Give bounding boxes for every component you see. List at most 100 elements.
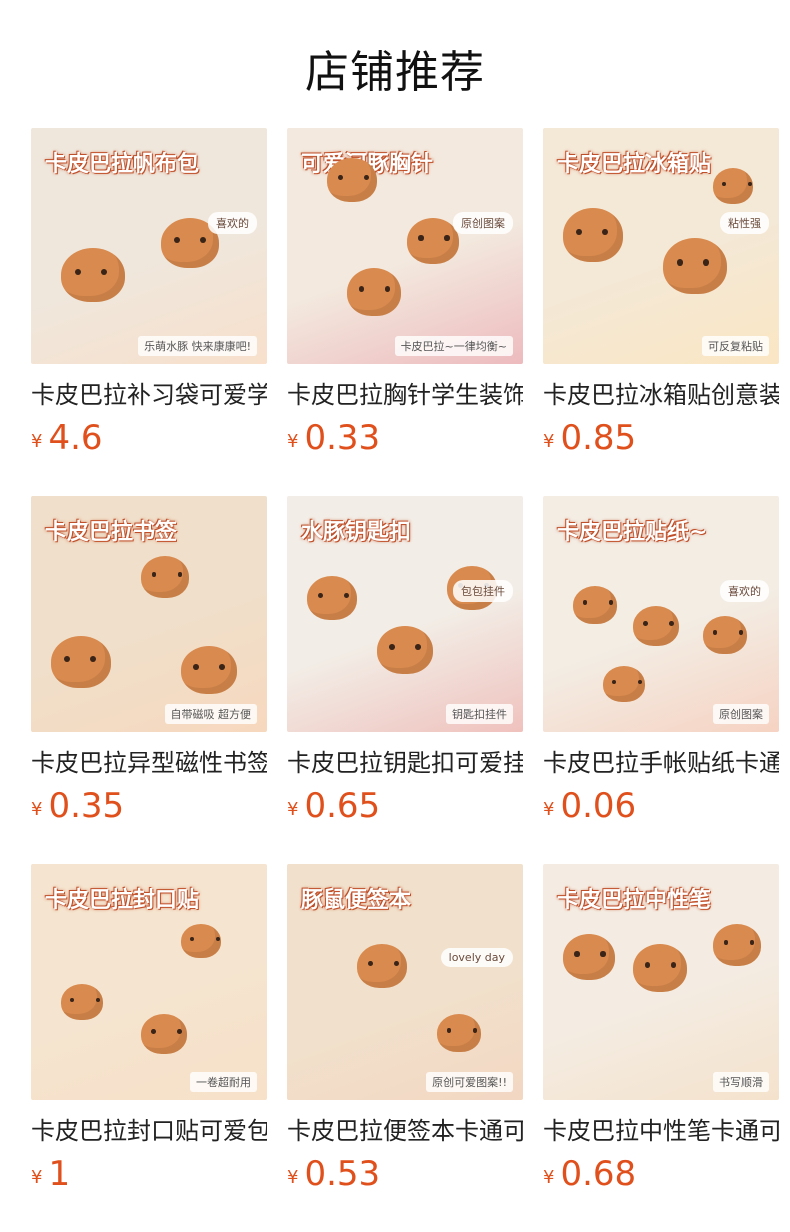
currency-symbol: ¥ <box>31 1167 43 1188</box>
product-image[interactable]: 卡皮巴拉书签自带磁吸 超方便 <box>31 496 267 732</box>
product-price: ¥0.35 <box>31 786 267 826</box>
product-image-tag: 喜欢的 <box>208 212 257 234</box>
product-image-banner: 卡皮巴拉冰箱贴 <box>557 152 712 177</box>
currency-symbol: ¥ <box>287 1167 299 1188</box>
currency-symbol: ¥ <box>31 431 43 452</box>
capybara-illustration <box>713 168 753 204</box>
capybara-illustration <box>181 646 237 694</box>
capybara-illustration <box>603 666 645 702</box>
currency-symbol: ¥ <box>287 431 299 452</box>
page-title: 店铺推荐 <box>305 47 485 98</box>
currency-symbol: ¥ <box>543 1167 555 1188</box>
product-image-tag: lovely day <box>440 948 513 967</box>
capybara-illustration <box>633 944 687 992</box>
capybara-illustration <box>563 934 615 980</box>
capybara-illustration <box>437 1014 481 1052</box>
capybara-illustration <box>61 248 125 302</box>
product-image-banner: 卡皮巴拉中性笔 <box>557 888 712 913</box>
product-name[interactable]: 卡皮巴拉钥匙扣可爱挂件 <box>287 748 523 778</box>
product-image-caption: 乐萌水豚 快来康康吧! <box>138 336 257 356</box>
product-image-caption: 原创可爱图案!! <box>426 1072 513 1092</box>
capybara-illustration <box>713 924 761 966</box>
currency-symbol: ¥ <box>287 799 299 820</box>
product-price: ¥0.68 <box>543 1154 779 1194</box>
product-grid: 卡皮巴拉帆布包喜欢的乐萌水豚 快来康康吧!卡皮巴拉补习袋可爱学生¥4.6可爱河豚… <box>31 128 779 1232</box>
currency-symbol: ¥ <box>543 431 555 452</box>
product-price: ¥0.06 <box>543 786 779 826</box>
product-name[interactable]: 卡皮巴拉手帐贴纸卡通 <box>543 748 779 778</box>
product-card[interactable]: 卡皮巴拉帆布包喜欢的乐萌水豚 快来康康吧! 卡皮巴拉补习袋可爱学生 ¥4.6 <box>31 128 267 496</box>
product-image[interactable]: 卡皮巴拉贴纸~ 喜欢的原创图案 <box>543 496 779 732</box>
product-card[interactable]: 豚鼠便签本 lovely day 原创可爱图案!! 卡皮巴拉便签本卡通可爱 ¥0.53 <box>287 864 523 1232</box>
price-value: 1 <box>48 1154 71 1194</box>
product-image[interactable]: 可爱河豚胸针原创图案卡皮巴拉~一律均衡~ <box>287 128 523 364</box>
product-price: ¥0.85 <box>543 418 779 458</box>
product-price: ¥1 <box>31 1154 267 1194</box>
product-image-banner: 卡皮巴拉封口贴 <box>45 888 200 913</box>
capybara-illustration <box>61 984 103 1020</box>
product-price: ¥0.65 <box>287 786 523 826</box>
capybara-illustration <box>407 218 459 264</box>
capybara-illustration <box>347 268 401 316</box>
capybara-illustration <box>377 626 433 674</box>
capybara-illustration <box>327 158 377 202</box>
product-name[interactable]: 卡皮巴拉便签本卡通可爱 <box>287 1116 523 1146</box>
product-name[interactable]: 卡皮巴拉冰箱贴创意装饰 <box>543 380 779 410</box>
product-name[interactable]: 卡皮巴拉胸针学生装饰 <box>287 380 523 410</box>
product-image-tag: 粘性强 <box>720 212 769 234</box>
product-image-caption: 卡皮巴拉~一律均衡~ <box>394 336 513 356</box>
price-value: 0.85 <box>560 418 637 458</box>
product-name[interactable]: 卡皮巴拉中性笔卡通可爱 <box>543 1116 779 1146</box>
product-name[interactable]: 卡皮巴拉封口贴可爱包装 <box>31 1116 267 1146</box>
capybara-illustration <box>703 616 747 654</box>
capybara-illustration <box>573 586 617 624</box>
product-image-banner: 卡皮巴拉帆布包 <box>45 152 200 177</box>
product-card[interactable]: 卡皮巴拉中性笔书写顺滑卡皮巴拉中性笔卡通可爱 ¥0.68 <box>543 864 779 1232</box>
product-image-banner: 豚鼠便签本 <box>301 888 412 913</box>
capybara-illustration <box>357 944 407 988</box>
capybara-illustration <box>663 238 727 294</box>
capybara-illustration <box>307 576 357 620</box>
product-card[interactable]: 可爱河豚胸针原创图案卡皮巴拉~一律均衡~卡皮巴拉胸针学生装饰¥0.33 <box>287 128 523 496</box>
price-value: 0.65 <box>304 786 381 826</box>
product-image[interactable]: 卡皮巴拉封口贴一卷超耐用 <box>31 864 267 1100</box>
product-image[interactable]: 卡皮巴拉帆布包喜欢的乐萌水豚 快来康康吧! <box>31 128 267 364</box>
product-image-tag: 包包挂件 <box>453 580 513 602</box>
product-card[interactable]: 水豚钥匙扣包包挂件钥匙扣挂件卡皮巴拉钥匙扣可爱挂件 ¥0.65 <box>287 496 523 864</box>
product-image-caption: 原创图案 <box>713 704 769 724</box>
product-image-banner: 卡皮巴拉贴纸~ <box>557 520 708 545</box>
price-value: 4.6 <box>48 418 103 458</box>
price-value: 0.35 <box>48 786 125 826</box>
product-image[interactable]: 水豚钥匙扣包包挂件钥匙扣挂件 <box>287 496 523 732</box>
capybara-illustration <box>563 208 623 262</box>
product-image-tag: 原创图案 <box>453 212 513 234</box>
capybara-illustration <box>181 924 221 958</box>
product-price: ¥0.53 <box>287 1154 523 1194</box>
product-name[interactable]: 卡皮巴拉异型磁性书签 <box>31 748 267 778</box>
capybara-illustration <box>51 636 111 688</box>
price-value: 0.53 <box>304 1154 381 1194</box>
product-image-caption: 一卷超耐用 <box>190 1072 257 1092</box>
product-image-banner: 水豚钥匙扣 <box>301 520 412 545</box>
product-card[interactable]: 卡皮巴拉封口贴一卷超耐用卡皮巴拉封口贴可爱包装 ¥1 <box>31 864 267 1232</box>
product-image-caption: 可反复粘贴 <box>702 336 769 356</box>
product-image-caption: 书写顺滑 <box>713 1072 769 1092</box>
product-card[interactable]: 卡皮巴拉书签自带磁吸 超方便卡皮巴拉异型磁性书签 ¥0.35 <box>31 496 267 864</box>
product-price: ¥4.6 <box>31 418 267 458</box>
product-image[interactable]: 豚鼠便签本 lovely day 原创可爱图案!! <box>287 864 523 1100</box>
product-card[interactable]: 卡皮巴拉贴纸~ 喜欢的原创图案卡皮巴拉手帐贴纸卡通 ¥0.06 <box>543 496 779 864</box>
capybara-illustration <box>141 1014 187 1054</box>
currency-symbol: ¥ <box>31 799 43 820</box>
product-image[interactable]: 卡皮巴拉冰箱贴粘性强可反复粘贴 <box>543 128 779 364</box>
product-image[interactable]: 卡皮巴拉中性笔书写顺滑 <box>543 864 779 1100</box>
price-value: 0.33 <box>304 418 381 458</box>
product-price: ¥0.33 <box>287 418 523 458</box>
product-card[interactable]: 卡皮巴拉冰箱贴粘性强可反复粘贴卡皮巴拉冰箱贴创意装饰 ¥0.85 <box>543 128 779 496</box>
currency-symbol: ¥ <box>543 799 555 820</box>
product-image-caption: 自带磁吸 超方便 <box>164 704 257 724</box>
price-value: 0.68 <box>560 1154 637 1194</box>
product-name[interactable]: 卡皮巴拉补习袋可爱学生 <box>31 380 267 410</box>
product-image-tag: 喜欢的 <box>720 580 769 602</box>
product-image-caption: 钥匙扣挂件 <box>446 704 513 724</box>
product-image-banner: 卡皮巴拉书签 <box>45 520 178 545</box>
